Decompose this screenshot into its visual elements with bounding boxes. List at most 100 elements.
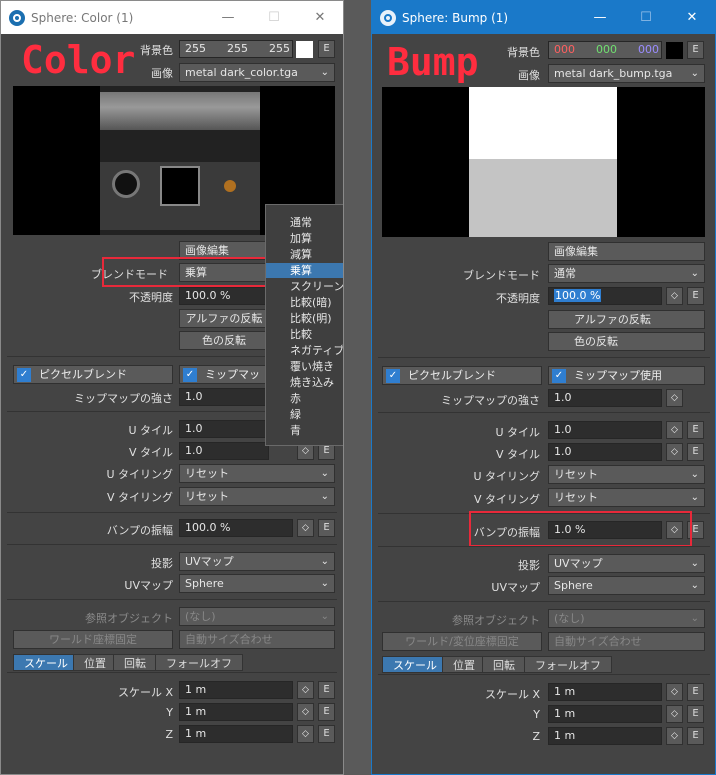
envelope-button[interactable]: E — [687, 421, 704, 439]
arrows-icon[interactable]: ◇ — [666, 727, 683, 745]
minimize-icon[interactable]: — — [577, 1, 623, 34]
alpha-invert-button[interactable]: アルファの反転 — [548, 310, 705, 329]
uvmap-value: Sphere — [185, 577, 224, 590]
envelope-button[interactable]: E — [687, 705, 704, 723]
mip-strength-field[interactable]: 1.0 — [179, 388, 269, 406]
auto-size-button[interactable]: 自動サイズ合わせ — [548, 632, 705, 651]
maximize-icon[interactable]: ☐ — [623, 1, 669, 34]
tab-rotation[interactable]: 回転 — [113, 654, 157, 671]
scale-y-field[interactable]: 1 m — [179, 703, 293, 721]
bg-color-swatch[interactable] — [666, 42, 683, 59]
bg-r: 000 — [554, 43, 575, 56]
menu-item-red[interactable]: 赤 — [266, 391, 343, 406]
menu-item-blue[interactable]: 青 — [266, 423, 343, 438]
image-select[interactable]: metal dark_bump.tga ⌄ — [548, 64, 705, 83]
menu-item-screen[interactable]: スクリーン — [266, 279, 343, 294]
bump-amplitude-field[interactable]: 100.0 % — [179, 519, 293, 537]
mipmap-use-checkbox[interactable]: ✓ ミップマップ使用 — [179, 365, 269, 384]
opacity-field[interactable]: 100.0 % — [548, 287, 662, 305]
envelope-button[interactable]: E — [318, 519, 335, 537]
arrows-icon[interactable]: ◇ — [666, 705, 683, 723]
menu-item-green[interactable]: 緑 — [266, 407, 343, 422]
menu-item-lighten[interactable]: 比較(明) — [266, 311, 343, 326]
envelope-button[interactable]: E — [687, 683, 704, 701]
projection-select[interactable]: UVマップ ⌄ — [179, 552, 335, 571]
title-bar[interactable]: Sphere: Color (1) — ☐ ✕ — [1, 1, 343, 34]
bg-color-values[interactable]: 000 000 000 — [548, 41, 662, 59]
v-tile-field[interactable]: 1.0 — [179, 442, 269, 460]
scale-x-field[interactable]: 1 m — [179, 681, 293, 699]
arrows-icon[interactable]: ◇ — [666, 421, 683, 439]
tab-scale[interactable]: スケール — [13, 654, 79, 671]
menu-item-normal[interactable]: 通常 — [266, 215, 343, 230]
tab-position[interactable]: 位置 — [442, 656, 486, 673]
mip-strength-field[interactable]: 1.0 — [548, 389, 662, 407]
v-tile-field[interactable]: 1.0 — [548, 443, 662, 461]
blend-mode-select[interactable]: 通常 ⌄ — [548, 264, 705, 283]
reference-object-select[interactable]: (なし) ⌄ — [548, 609, 705, 628]
title-bar[interactable]: Sphere: Bump (1) — ☐ ✕ — [372, 1, 715, 34]
color-invert-button[interactable]: 色の反転 — [548, 332, 705, 351]
arrows-icon[interactable]: ◇ — [297, 725, 314, 743]
mipmap-use-checkbox[interactable]: ✓ ミップマップ使用 — [548, 366, 705, 385]
image-select[interactable]: metal dark_color.tga ⌄ — [179, 63, 335, 82]
envelope-button[interactable]: E — [687, 727, 704, 745]
arrows-icon[interactable]: ◇ — [666, 443, 683, 461]
menu-item-burn[interactable]: 焼き込み — [266, 375, 343, 390]
scale-z-field[interactable]: 1 m — [548, 727, 662, 745]
tab-scale[interactable]: スケール — [382, 656, 448, 673]
menu-item-multiply[interactable]: 乗算 — [266, 263, 343, 278]
close-icon[interactable]: ✕ — [669, 1, 715, 34]
alpha-invert-button[interactable]: アルファの反転 — [179, 309, 269, 328]
menu-item-negative[interactable]: ネガティブ — [266, 343, 343, 358]
world-coords-button[interactable]: ワールド座標固定 — [13, 630, 173, 649]
minimize-icon[interactable]: — — [205, 1, 251, 34]
arrows-icon[interactable]: ◇ — [297, 681, 314, 699]
uvmap-select[interactable]: Sphere ⌄ — [179, 574, 335, 593]
scale-y-field[interactable]: 1 m — [548, 705, 662, 723]
tab-falloff[interactable]: フォールオフ — [155, 654, 243, 671]
envelope-button[interactable]: E — [318, 40, 335, 58]
opacity-field[interactable]: 100.0 % — [179, 287, 269, 305]
bg-color-values[interactable]: 255 255 255 — [179, 40, 293, 58]
scale-x-field[interactable]: 1 m — [548, 683, 662, 701]
envelope-button[interactable]: E — [687, 41, 704, 59]
envelope-button[interactable]: E — [687, 443, 704, 461]
auto-size-button[interactable]: 自動サイズ合わせ — [179, 630, 335, 649]
world-coords-button[interactable]: ワールド/変位座標固定 — [382, 632, 542, 651]
bg-color-swatch[interactable] — [296, 41, 313, 58]
tab-position[interactable]: 位置 — [73, 654, 117, 671]
v-tiling-select[interactable]: リセット ⌄ — [179, 487, 335, 506]
arrows-icon[interactable]: ◇ — [297, 703, 314, 721]
menu-item-add[interactable]: 加算 — [266, 231, 343, 246]
close-icon[interactable]: ✕ — [297, 1, 343, 34]
u-tiling-select[interactable]: リセット ⌄ — [179, 464, 335, 483]
arrows-icon[interactable]: ◇ — [666, 389, 683, 407]
arrows-icon[interactable]: ◇ — [297, 519, 314, 537]
u-tile-field[interactable]: 1.0 — [179, 420, 269, 438]
edit-image-button[interactable]: 画像編集 — [548, 242, 705, 261]
uvmap-select[interactable]: Sphere ⌄ — [548, 576, 705, 595]
tab-falloff[interactable]: フォールオフ — [524, 656, 612, 673]
reference-object-select[interactable]: (なし) ⌄ — [179, 607, 335, 626]
envelope-button[interactable]: E — [687, 287, 704, 305]
envelope-button[interactable]: E — [318, 681, 335, 699]
menu-item-subtract[interactable]: 減算 — [266, 247, 343, 262]
pixel-blend-checkbox[interactable]: ✓ ピクセルブレンド — [13, 365, 173, 384]
u-tile-field[interactable]: 1.0 — [548, 421, 662, 439]
envelope-button[interactable]: E — [318, 703, 335, 721]
projection-select[interactable]: UVマップ ⌄ — [548, 554, 705, 573]
arrows-icon[interactable]: ◇ — [666, 287, 683, 305]
menu-item-darken[interactable]: 比較(暗) — [266, 295, 343, 310]
maximize-icon[interactable]: ☐ — [251, 1, 297, 34]
envelope-button[interactable]: E — [318, 725, 335, 743]
v-tiling-select[interactable]: リセット ⌄ — [548, 488, 705, 507]
menu-item-dodge[interactable]: 覆い焼き — [266, 359, 343, 374]
tab-rotation[interactable]: 回転 — [482, 656, 526, 673]
u-tiling-select[interactable]: リセット ⌄ — [548, 465, 705, 484]
scale-z-field[interactable]: 1 m — [179, 725, 293, 743]
arrows-icon[interactable]: ◇ — [666, 683, 683, 701]
color-invert-button[interactable]: 色の反転 — [179, 331, 269, 350]
pixel-blend-checkbox[interactable]: ✓ ピクセルブレンド — [382, 366, 542, 385]
menu-item-difference[interactable]: 比較 — [266, 327, 343, 342]
